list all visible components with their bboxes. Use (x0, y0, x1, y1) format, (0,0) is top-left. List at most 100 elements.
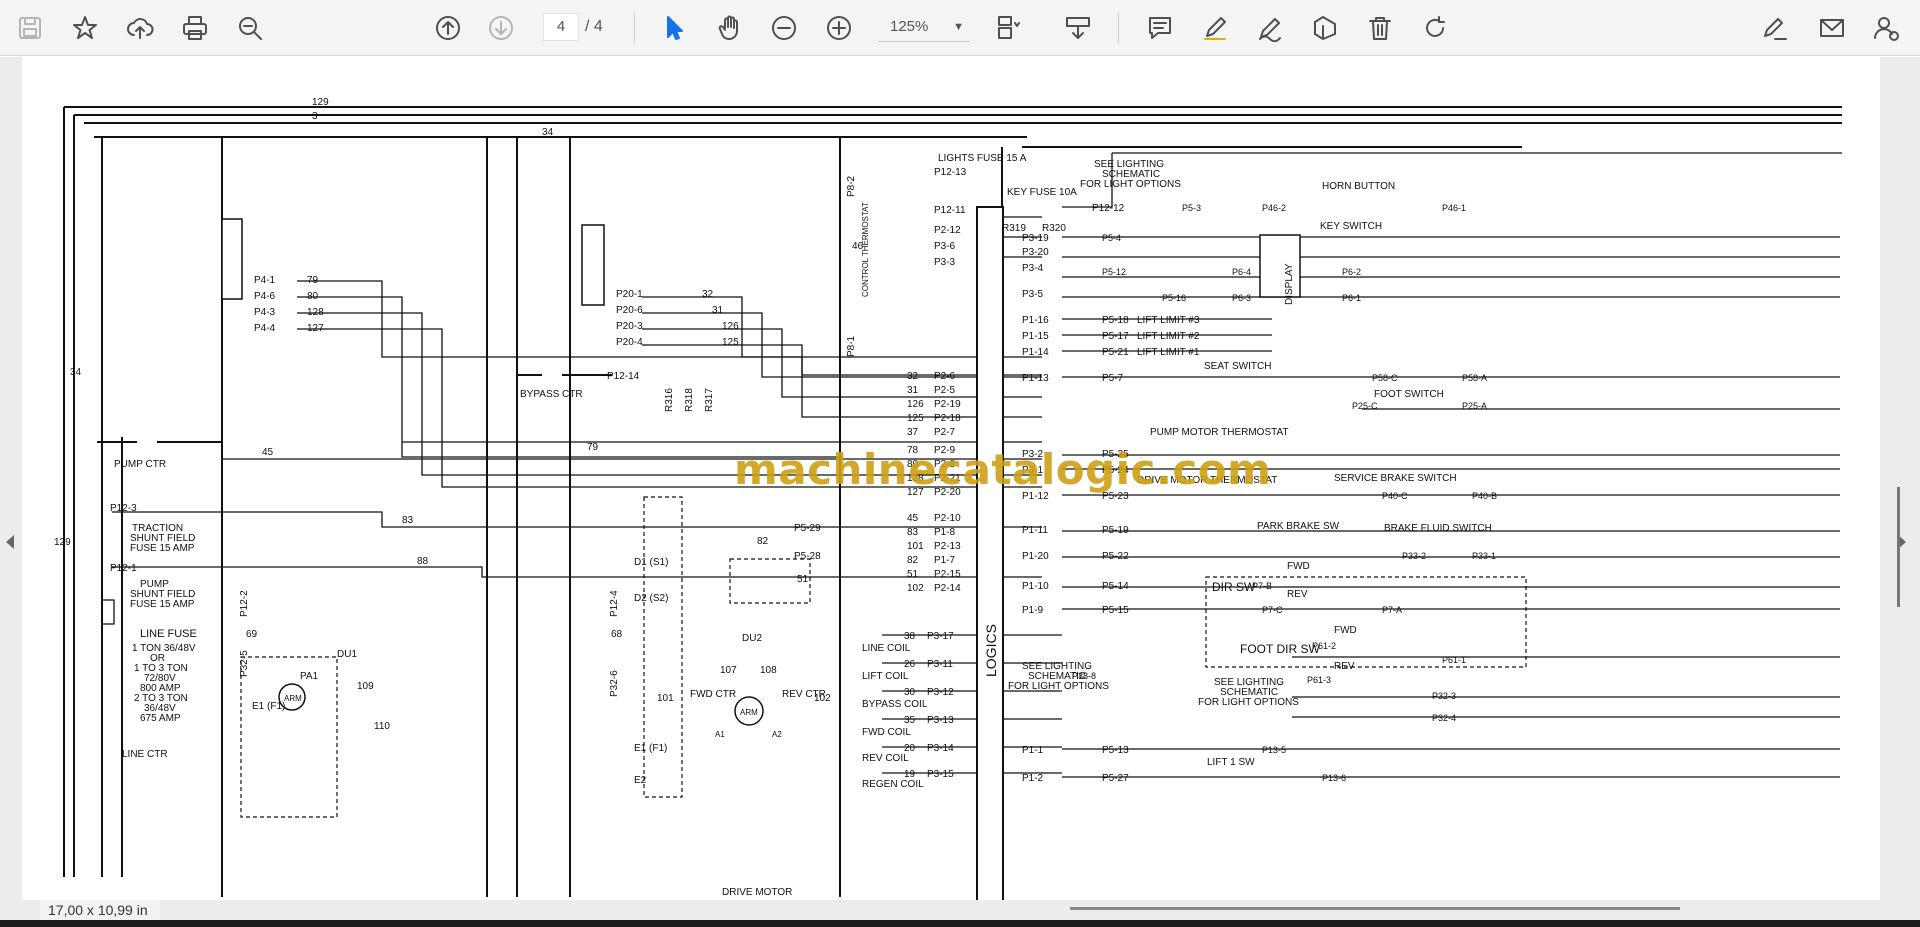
p12-14: P12-14 (607, 371, 640, 382)
connector-p5-15: P5-15 (1102, 605, 1129, 616)
bookmark-star-icon[interactable] (65, 8, 105, 48)
hand-tool-icon[interactable] (710, 8, 750, 48)
w82: 82 (757, 536, 769, 547)
page-up-icon[interactable] (428, 8, 468, 48)
connector-p5-21: P5-21 (1102, 347, 1129, 358)
wire-32: 32 (907, 371, 919, 382)
connector-p2-15: P2-15 (934, 569, 961, 580)
connector-p6-3: P6-3 (1232, 293, 1251, 303)
line-ctr-label: LINE CTR (122, 749, 168, 760)
see-lighting-3: FOR LIGHT OPTIONS (1080, 179, 1181, 190)
w109: 109 (357, 681, 374, 692)
connector-p1-1: P1-1 (1022, 745, 1044, 756)
horizontal-scroll-thumb[interactable] (1070, 907, 1680, 910)
p12-4: P12-4 (609, 590, 620, 617)
connector-p58-a: P58-A (1462, 373, 1487, 383)
w68: 68 (611, 629, 623, 640)
connector-p5-4: P5-4 (1102, 233, 1121, 243)
w80: 80 (307, 291, 319, 302)
wire-45: 45 (907, 513, 919, 524)
document-viewer[interactable]: 129 3 34 34 129 45 79 83 88 PUMP CTR BYP… (0, 57, 1920, 927)
vertical-scrollbar[interactable] (1880, 57, 1920, 900)
connector-p5-18: P5-18 (1102, 315, 1129, 326)
w128: 128 (307, 307, 324, 318)
p3-19: P3-19 (1022, 233, 1049, 244)
highlight-pen-icon[interactable] (1195, 8, 1235, 48)
lift-1-sw-label: LIFT 1 SW (1207, 757, 1255, 768)
draw-pen-icon[interactable] (1250, 8, 1290, 48)
coil-p3-17: P3-17 (927, 631, 954, 642)
zoom-select[interactable]: 125% ▼ (878, 13, 970, 42)
connector-p6-4: P6-4 (1232, 267, 1251, 277)
fwd-label-2: FWD (1334, 625, 1357, 636)
lift-limit-3: LIFT LIMIT #3 (1137, 315, 1200, 326)
rev-ctr-label: REV CTR (782, 689, 826, 700)
key-switch-label: KEY SWITCH (1320, 221, 1382, 232)
connector-p13-5: P13-5 (1262, 745, 1286, 755)
chevron-down-icon: ▼ (953, 21, 964, 33)
scroll-mode-icon[interactable] (1058, 8, 1098, 48)
w125: 125 (722, 337, 739, 348)
account-icon[interactable] (1866, 8, 1906, 48)
line-fuse-1: LINE FUSE (140, 628, 197, 640)
fill-sign-icon[interactable] (1755, 8, 1795, 48)
connector-p5-7: P5-7 (1102, 373, 1124, 384)
p12-2: P12-2 (239, 590, 250, 617)
w126: 126 (722, 321, 739, 332)
wire-125: 125 (907, 413, 924, 424)
connector-p5-19: P5-19 (1102, 525, 1129, 536)
rotate-icon[interactable] (1415, 8, 1455, 48)
wire-102: 102 (907, 583, 924, 594)
dir-sw-label: DIR SW (1212, 580, 1256, 594)
r317: R317 (704, 388, 715, 412)
w127: 127 (307, 323, 324, 334)
fit-page-icon[interactable] (988, 8, 1028, 48)
zoom-search-icon[interactable] (230, 8, 270, 48)
e1-label: E1 (F1) (252, 701, 285, 712)
pa1-label: PA1 (300, 671, 319, 682)
page-down-icon[interactable] (481, 8, 521, 48)
coil-p3-13: P3-13 (927, 715, 954, 726)
p4-3: P4-3 (254, 307, 276, 318)
connector-p1-16: P1-16 (1022, 315, 1049, 326)
comment-icon[interactable] (1140, 8, 1180, 48)
left-panel-toggle[interactable] (0, 57, 22, 900)
bypass-coil-label: BYPASS COIL (862, 699, 928, 710)
page-number-input[interactable]: 4 (543, 13, 579, 41)
connector-p40-c: P40-C (1382, 491, 1408, 501)
coil-w30: 30 (904, 687, 916, 698)
zoom-out-icon[interactable] (764, 8, 804, 48)
wire-82: 82 (907, 555, 919, 566)
email-icon[interactable] (1812, 8, 1852, 48)
wire-label: 45 (262, 447, 274, 458)
wire-label: 34 (542, 127, 554, 138)
upload-cloud-icon[interactable] (120, 8, 160, 48)
connector-p61-2: P61-2 (1312, 641, 1336, 651)
connector-p2-5: P2-5 (934, 385, 956, 396)
e2-label: E2 (634, 775, 647, 786)
connector-p2-6: P2-6 (934, 371, 956, 382)
rev-label-2: REV (1334, 661, 1355, 672)
coil-w26: 26 (904, 659, 916, 670)
connector-p32-4: P32-4 (1432, 713, 1456, 723)
coil-p3-15: P3-15 (927, 769, 954, 780)
delete-icon[interactable] (1360, 8, 1400, 48)
page-size-badge: 17,00 x 10,99 in (40, 900, 160, 920)
save-icon[interactable] (10, 8, 50, 48)
brake-fluid-switch-label: BRAKE FLUID SWITCH (1384, 523, 1492, 534)
w101: 101 (657, 693, 674, 704)
wire-label: 129 (54, 537, 71, 548)
wire-37: 37 (907, 427, 919, 438)
connector-p46-1: P46-1 (1442, 203, 1466, 213)
print-icon[interactable] (175, 8, 215, 48)
select-cursor-icon[interactable] (654, 8, 694, 48)
scroll-thumb[interactable] (1897, 487, 1900, 607)
zoom-in-icon[interactable] (819, 8, 859, 48)
wire-label: 3 (312, 111, 318, 122)
p5-28: P5-28 (794, 551, 821, 562)
connector-p6-1: P6-1 (1342, 293, 1361, 303)
stamp-icon[interactable] (1305, 8, 1345, 48)
connector-p2-18: P2-18 (934, 413, 961, 424)
connector-p2-10: P2-10 (934, 513, 961, 524)
horizontal-scrollbar[interactable] (0, 900, 1920, 920)
